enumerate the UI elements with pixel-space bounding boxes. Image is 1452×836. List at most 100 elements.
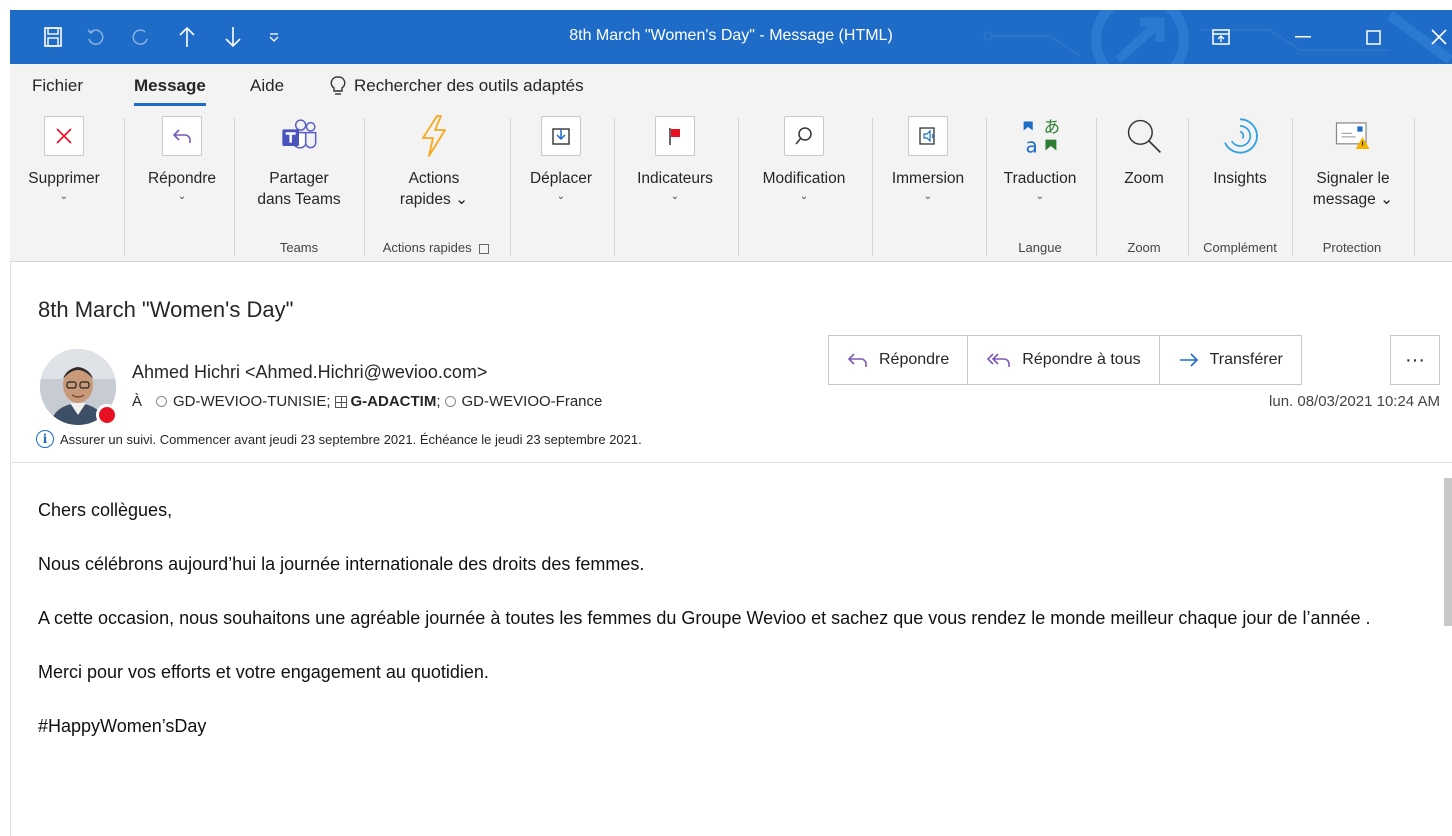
more-actions-button[interactable]: ··· — [1390, 335, 1440, 385]
ribbon-display-options-icon[interactable] — [1208, 22, 1234, 52]
ribbon-tabs: Fichier Message Aide Rechercher des outi… — [10, 64, 1452, 110]
chevron-down-icon: ⌄ — [556, 191, 566, 202]
move-button[interactable]: Déplacer ⌄ — [518, 116, 604, 203]
zoom-button[interactable]: Zoom — [1104, 116, 1184, 189]
group-label-language: Langue — [1018, 240, 1062, 255]
expand-group-icon[interactable] — [334, 395, 347, 408]
tags-label: Indicateurs — [637, 170, 713, 187]
delete-button[interactable]: Supprimer ⌄ — [18, 116, 110, 203]
forward-button[interactable]: Transférer — [1158, 335, 1302, 385]
share-to-teams-button[interactable]: Partager dans Teams — [244, 116, 354, 210]
ribbon-separator — [1096, 118, 1097, 256]
group-label-quick-steps-text: Actions rapides — [382, 240, 472, 255]
arrow-up-icon[interactable] — [174, 22, 200, 52]
chevron-down-icon: ⌄ — [1035, 191, 1045, 202]
close-icon[interactable] — [1426, 22, 1452, 52]
body-paragraph: Nous célébrons aujourd’hui la journée in… — [38, 554, 645, 574]
reading-pane-border — [10, 262, 11, 836]
group-label-protection: Protection — [1322, 240, 1382, 255]
immersive-reader-button[interactable]: Immersion ⌄ — [878, 116, 978, 203]
chevron-down-icon: ⌄ — [59, 191, 69, 202]
quick-steps-line1: Actions — [408, 170, 460, 187]
presence-busy-indicator — [96, 404, 118, 426]
arrow-down-icon[interactable] — [220, 22, 246, 52]
group-label-teams: Teams — [279, 240, 319, 255]
recipient[interactable]: GD-WEVIOO-France — [462, 393, 603, 410]
redo-icon[interactable] — [128, 22, 154, 52]
translate-button[interactable]: あa Traduction ⌄ — [990, 116, 1090, 203]
tab-file[interactable]: Fichier — [32, 76, 83, 96]
ribbon-separator — [1188, 118, 1189, 256]
ribbon-separator — [738, 118, 739, 256]
zoom-label: Zoom — [1124, 170, 1164, 187]
recipient-group[interactable]: G-ADACTIM — [351, 393, 437, 410]
group-label-addin: Complément — [1203, 240, 1277, 255]
search-icon — [784, 116, 824, 156]
insights-button[interactable]: Insights — [1192, 116, 1288, 189]
ribbon-separator — [872, 118, 873, 256]
magnifier-icon — [1124, 116, 1164, 156]
tell-me-label: Rechercher des outils adaptés — [354, 76, 584, 95]
svg-text:a: a — [1025, 133, 1037, 157]
reply-arrow-icon — [847, 353, 867, 367]
presence-unknown-icon — [156, 396, 168, 407]
chevron-down-icon: ⌄ — [670, 191, 680, 202]
immersive-reader-icon — [908, 116, 948, 156]
ribbon-separator — [614, 118, 615, 256]
save-icon[interactable] — [40, 22, 66, 52]
scrollbar-thumb[interactable] — [1444, 478, 1452, 626]
reply-all-button[interactable]: Répondre à tous — [967, 335, 1160, 385]
editing-button[interactable]: Modification ⌄ — [744, 116, 864, 203]
immersive-label: Immersion — [891, 170, 965, 187]
teams-icon — [279, 116, 319, 156]
reply-label: Répondre — [147, 170, 217, 187]
reply-all-icon — [987, 353, 1011, 367]
maximize-icon[interactable] — [1358, 22, 1388, 52]
report-line1: Signaler le — [1316, 170, 1390, 187]
title-bar: 8th March "Women's Day" - Message (HTML) — [10, 10, 1452, 64]
reply-all-button-label: Répondre à tous — [1022, 351, 1141, 368]
chevron-down-icon: ⌄ — [799, 191, 809, 202]
tab-help[interactable]: Aide — [250, 76, 284, 96]
forward-arrow-icon — [1179, 353, 1198, 367]
body-paragraph: Chers collègues, — [38, 500, 173, 520]
move-label: Déplacer — [529, 170, 593, 187]
translate-icon: あa — [1020, 116, 1060, 157]
to-label: À — [132, 393, 143, 410]
recipient[interactable]: GD-WEVIOO-TUNISIE; — [173, 393, 331, 410]
tags-button[interactable]: Indicateurs ⌄ — [622, 116, 728, 203]
minimize-icon[interactable] — [1288, 22, 1318, 52]
sender-name[interactable]: Ahmed Hichri <Ahmed.Hichri@wevioo.com> — [132, 362, 487, 383]
lightbulb-icon — [330, 76, 346, 95]
presence-unknown-icon — [444, 396, 456, 407]
svg-text:あ: あ — [1044, 117, 1060, 136]
reply-icon — [162, 116, 202, 156]
ribbon-separator — [1414, 118, 1415, 256]
report-message-button[interactable]: Signaler le message ⌄ — [1298, 116, 1408, 210]
dialog-launcher-icon[interactable] — [479, 243, 490, 254]
report-line2: message ⌄ — [1312, 191, 1394, 208]
recipient-separator: ; — [436, 393, 441, 410]
body-paragraph: Merci pour vos efforts et votre engageme… — [38, 662, 489, 682]
undo-icon[interactable] — [82, 22, 108, 52]
report-message-icon — [1333, 116, 1373, 156]
chevron-down-icon: ⌄ — [177, 191, 187, 202]
tab-message[interactable]: Message — [134, 76, 206, 106]
group-label-zoom: Zoom — [1127, 240, 1161, 255]
share-teams-line1: Partager — [269, 170, 329, 187]
customize-toolbar-icon[interactable] — [264, 22, 284, 52]
quick-steps-button[interactable]: Actions rapides ⌄ — [374, 115, 494, 210]
forward-button-label: Transférer — [1209, 351, 1283, 368]
editing-label: Modification — [762, 170, 846, 187]
insights-label: Insights — [1213, 170, 1267, 187]
reply-button-label: Répondre — [879, 351, 950, 368]
header-divider — [10, 462, 1452, 463]
ribbon-separator — [124, 118, 125, 256]
reply-button[interactable]: Répondre — [828, 335, 969, 385]
tell-me-search[interactable]: Rechercher des outils adaptés — [330, 76, 584, 96]
body-paragraph: #HappyWomen’sDay — [38, 716, 207, 736]
reply-dropdown-button[interactable]: Répondre ⌄ — [134, 116, 230, 203]
move-icon — [541, 116, 581, 156]
delete-icon — [44, 116, 84, 156]
message-body: Chers collègues, Nous célébrons aujourd’… — [38, 497, 1428, 767]
